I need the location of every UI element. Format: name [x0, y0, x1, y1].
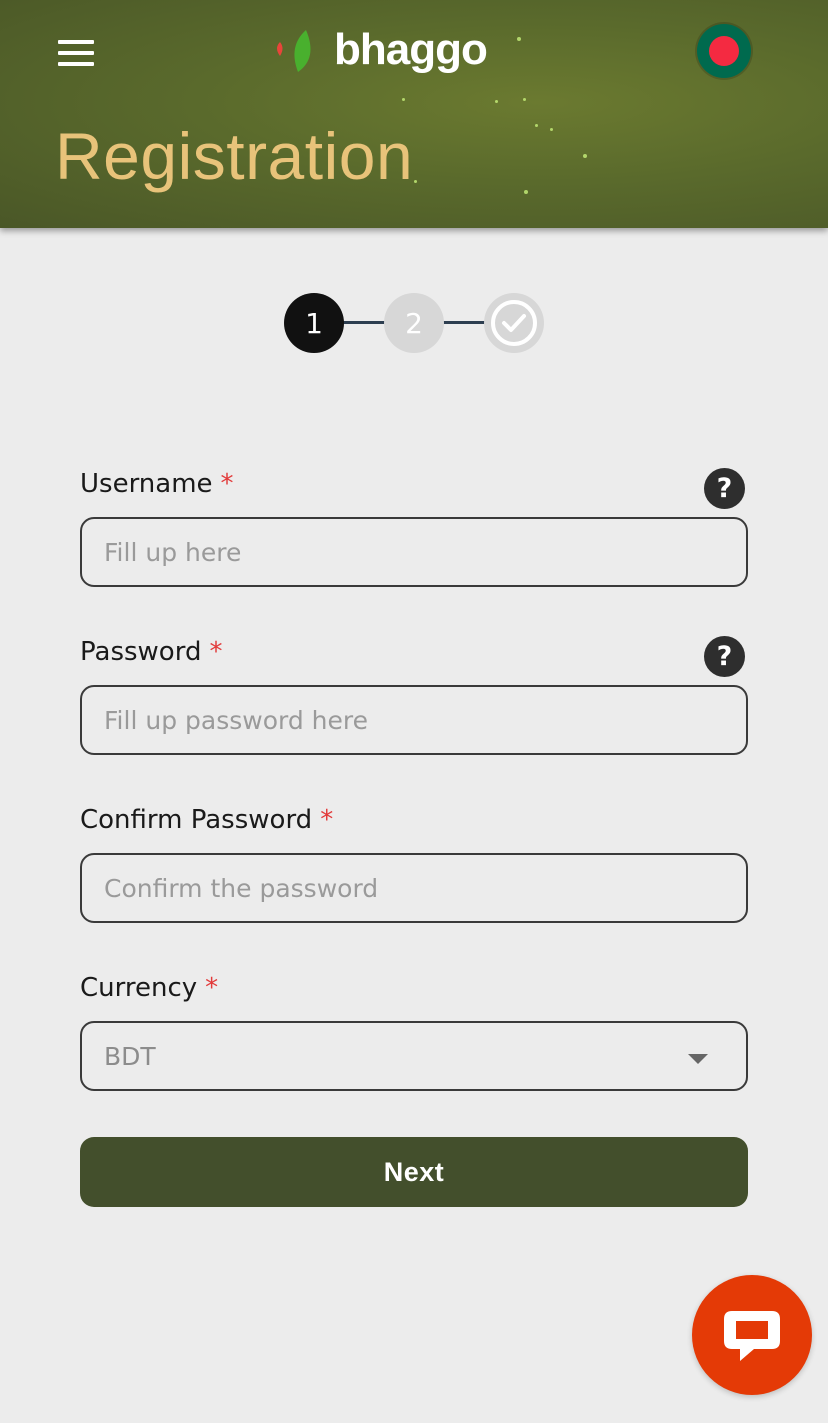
confirm-password-label: Confirm Password * [80, 805, 333, 835]
sparkle-decoration [524, 190, 528, 194]
header: bhaggo Registration [0, 0, 828, 228]
username-label: Username * [80, 469, 234, 499]
live-chat-button[interactable] [692, 1275, 812, 1395]
bangladesh-flag-icon [709, 36, 739, 66]
chat-bubble-icon [724, 1311, 780, 1361]
currency-label-text: Currency [80, 973, 198, 1003]
password-label-text: Password [80, 637, 202, 667]
username-help-icon[interactable]: ? [704, 468, 745, 509]
confirm-password-label-text: Confirm Password [80, 805, 313, 835]
step-complete-indicator [484, 293, 544, 353]
sparkle-decoration [414, 180, 417, 183]
password-input[interactable] [80, 685, 748, 755]
checkmark-icon [491, 300, 537, 346]
currency-selected-value: BDT [104, 1041, 156, 1071]
required-marker: * [320, 805, 334, 835]
currency-label: Currency * [80, 973, 218, 1003]
chevron-down-icon [688, 1054, 708, 1064]
stepper-connector [442, 321, 486, 324]
logo-leaf-icon [277, 30, 311, 72]
sparkle-decoration [517, 37, 521, 41]
required-marker: * [220, 469, 234, 499]
required-marker: * [205, 973, 219, 1003]
password-label: Password * [80, 637, 222, 667]
sparkle-decoration [535, 124, 538, 127]
brand-name: bhaggo [334, 25, 488, 74]
currency-select[interactable]: BDT [80, 1021, 748, 1091]
step-2-indicator: 2 [384, 293, 444, 353]
registration-stepper: 1 2 [284, 293, 546, 353]
sparkle-decoration [495, 100, 498, 103]
sparkle-decoration [583, 154, 587, 158]
hamburger-menu-icon[interactable] [58, 40, 94, 66]
brand-logo[interactable]: bhaggo [272, 25, 488, 76]
step-1-indicator: 1 [284, 293, 344, 353]
password-help-icon[interactable]: ? [704, 636, 745, 677]
username-label-text: Username [80, 469, 213, 499]
sparkle-decoration [550, 128, 553, 131]
page-title: Registration [55, 119, 414, 193]
required-marker: * [209, 637, 223, 667]
sparkle-decoration [402, 98, 405, 101]
stepper-connector [342, 321, 386, 324]
confirm-password-input[interactable] [80, 853, 748, 923]
language-flag-button[interactable] [697, 24, 751, 78]
username-input[interactable] [80, 517, 748, 587]
sparkle-decoration [523, 98, 526, 101]
next-button[interactable]: Next [80, 1137, 748, 1207]
